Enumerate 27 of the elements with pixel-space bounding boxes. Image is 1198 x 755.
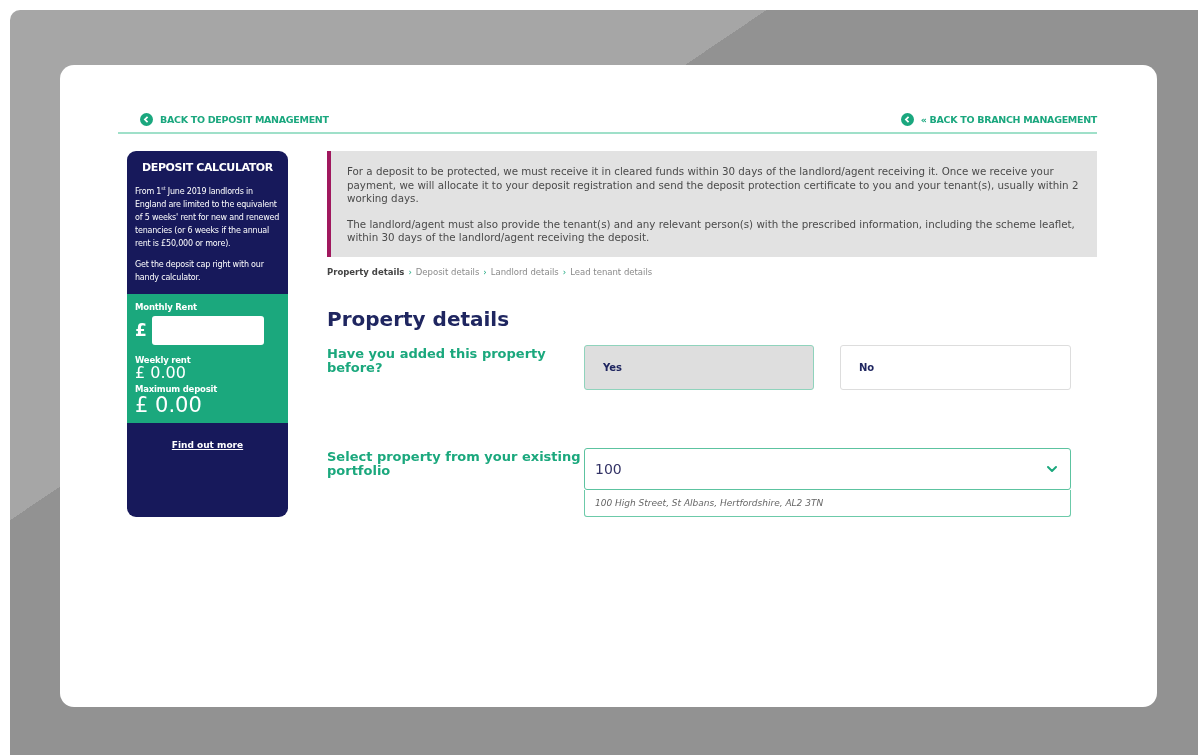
calculator-text: Get the deposit cap right with our handy calculator. [135,258,265,284]
question-label: Select property from your existing portfolio [327,447,582,478]
max-deposit-value: £ 0.00 [135,394,202,417]
monthly-rent-field[interactable] [151,315,264,345]
breadcrumb-separator: › [483,266,487,277]
breadcrumb-separator: › [408,266,412,277]
notice-text: For a deposit to be protected, we must receive it in cleared funds within 30 days of the landlord/agent receiving it. Once we receive your payment, we will allocate it to your deposit registration and send the deposit protection certificate to you and your tenant(s), usually within 2 working days. [347,165,1080,206]
calculator-title: DEPOSIT CALCULATOR [141,161,274,174]
breadcrumb-item[interactable]: Property details [327,266,405,277]
calculator-text: From 1$^{st}$ June 2019 landlords in England are limited to the equivalent of 5 weeks' rent for new and renewed tenancies (or 6 weeks if the annual rent is £50,000 or more). [135,184,280,250]
breadcrumb-item[interactable]: Landlord details [490,266,559,277]
find-out-more-link[interactable]: Find out more [171,439,244,450]
property-select[interactable]: 100 [584,447,1071,490]
currency-symbol: £ [135,320,147,341]
result-label: Maximum deposit [135,384,219,395]
section-heading: Property details [327,306,511,331]
breadcrumb-item[interactable]: Lead tenant details [570,266,653,277]
notice-text: The landlord/agent must also provide the tenant(s) and any relevant person(s) with the prescribed information, including the scheme leaflet, within 30 days of the landlord/agent receiving the deposit. [347,217,1076,245]
option-button[interactable]: No [840,344,1071,390]
question-label: Have you added this property before? [327,344,547,375]
breadcrumb-item[interactable]: Deposit details [415,266,480,277]
field-label: Monthly Rent [135,301,198,312]
option-button[interactable]: Yes [584,344,814,390]
suggestion-item[interactable]: 100 High Street, St Albans, Hertfordshire, AL2 3TN [584,489,1071,517]
weekly-rent-value: £ 0.00 [135,364,186,382]
result-label: Weekly rent [135,354,192,365]
breadcrumb-separator: › [562,266,567,277]
